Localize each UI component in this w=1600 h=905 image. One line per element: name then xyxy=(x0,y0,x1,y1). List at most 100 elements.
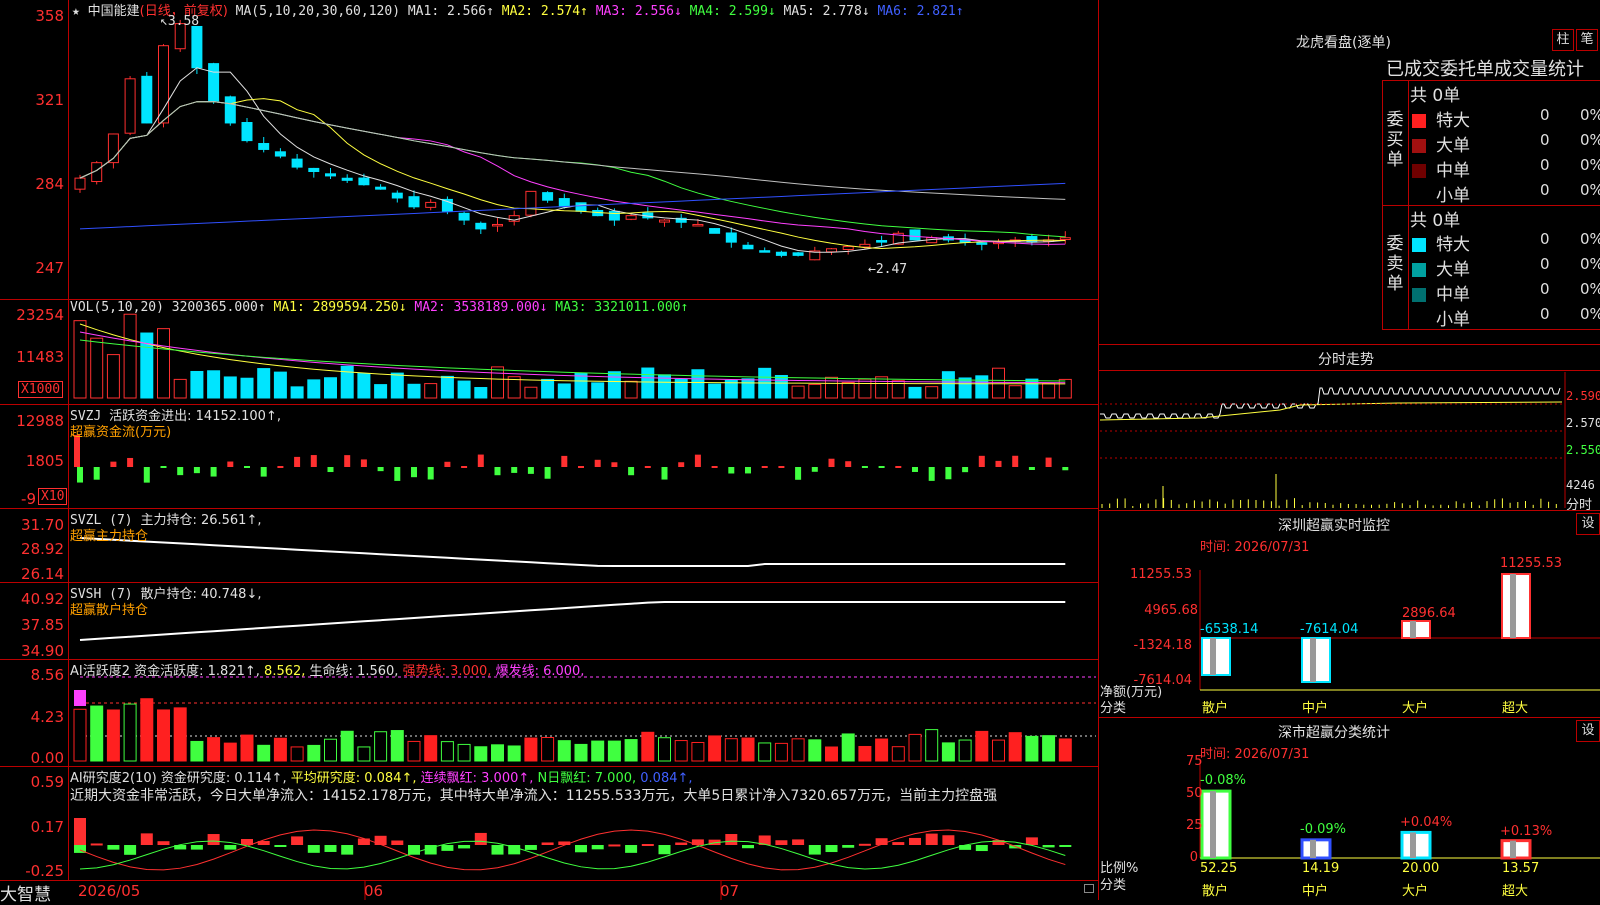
activity-bar xyxy=(90,705,104,762)
svzj-bar xyxy=(260,467,267,477)
activity-bar xyxy=(724,738,738,762)
chart-canvas[interactable] xyxy=(0,0,1600,900)
activity-bar xyxy=(1008,732,1022,762)
intraday-price-line xyxy=(1100,387,1561,419)
ma6-line xyxy=(79,182,1066,230)
svzj-bar xyxy=(344,455,351,467)
activity-bar xyxy=(791,738,805,762)
monitor-bar-shade xyxy=(1310,638,1316,682)
activity-bar xyxy=(524,737,538,762)
sell-total: 共 0单 xyxy=(1410,211,1461,231)
divider xyxy=(0,880,1098,881)
research-line-red xyxy=(79,829,1066,871)
vol-ma1: MA1: 2899594.250↓ xyxy=(273,300,407,315)
svzj-bar xyxy=(895,466,902,468)
volume-bar xyxy=(691,369,705,399)
monitor-settings-button[interactable]: 设 xyxy=(1576,513,1600,535)
swatch-icon xyxy=(1412,139,1426,153)
volume-bar xyxy=(607,371,621,399)
ma6-value: MA6: 2.821↑ xyxy=(877,4,964,19)
intraday-vol: 4246 xyxy=(1566,478,1595,492)
order-row-name: 大单 xyxy=(1436,136,1470,156)
volume-bar xyxy=(207,370,221,399)
activity-bar xyxy=(207,737,221,762)
lock-icon[interactable] xyxy=(1084,884,1094,893)
bar-button[interactable]: 柱 xyxy=(1552,29,1574,51)
monitor-category: 中户 xyxy=(1302,701,1329,716)
research-bar xyxy=(391,840,404,845)
ai2-comment: 近期大资金非常活跃，今日大单净流入：14152.178万元，其中特大单净流入：1… xyxy=(70,788,998,804)
svzj-bar xyxy=(310,455,317,467)
research-bar xyxy=(675,842,688,845)
svzl-label: 主力持仓: 26.561↑, xyxy=(140,513,262,528)
activity-bar xyxy=(741,737,755,762)
research-bar xyxy=(291,836,304,845)
activity-bar xyxy=(474,746,488,762)
order-row: 小单 0 0% xyxy=(1412,305,1600,330)
ai1-name: AI活跃度2 xyxy=(70,664,130,679)
research-bar xyxy=(591,845,604,850)
research-bar xyxy=(858,843,871,846)
class-title: 深市超赢分类统计 xyxy=(1278,725,1390,741)
divider xyxy=(1098,344,1600,345)
volume-bar xyxy=(90,337,104,399)
candle xyxy=(308,167,320,173)
research-bar xyxy=(575,845,587,853)
ma4-value: MA4: 2.599↓ xyxy=(689,4,776,19)
research-bar xyxy=(541,842,554,845)
volume-bar xyxy=(925,386,939,399)
svzj-bar xyxy=(210,467,217,477)
order-row-count: 0 xyxy=(1540,106,1550,124)
activity-bar xyxy=(858,745,872,762)
vol-value: 3200365.000↑ xyxy=(171,300,266,315)
order-row: 中单 0 0% xyxy=(1412,280,1600,305)
order-row-pct: 0% xyxy=(1580,280,1600,298)
activity-bar xyxy=(390,730,404,762)
research-bar xyxy=(1059,845,1072,847)
order-row-count: 0 xyxy=(1540,230,1550,248)
svzj-bar xyxy=(544,467,551,479)
candle xyxy=(341,177,353,181)
order-row-name: 小单 xyxy=(1436,310,1470,330)
swatch-icon xyxy=(1412,313,1426,327)
research-bar xyxy=(808,845,821,855)
activity-bar xyxy=(324,738,337,762)
y-tick: 0.17 xyxy=(30,818,64,836)
activity-bar xyxy=(774,742,788,762)
research-bar xyxy=(625,845,638,853)
svzj-bar xyxy=(193,467,200,474)
monitor-value: 11255.53 xyxy=(1500,556,1563,571)
monitor-bar-shade xyxy=(1510,574,1516,638)
svzj-bar xyxy=(377,467,384,472)
svzj-bar xyxy=(110,461,117,467)
star-icon[interactable]: ★ xyxy=(72,4,80,19)
vol-name: VOL(5,10,20) xyxy=(70,300,164,315)
activity-bar xyxy=(875,738,889,762)
y-tick: 11483 xyxy=(16,348,64,366)
order-row: 大单 0 0% xyxy=(1412,131,1600,156)
svzj-bar xyxy=(477,454,484,467)
vol-header: VOL(5,10,20) 3200365.000↑ MA1: 2899594.2… xyxy=(70,300,688,315)
monitor-category: 大户 xyxy=(1402,701,1429,716)
order-row-pct: 0% xyxy=(1580,230,1600,248)
volume-bar xyxy=(1008,385,1022,399)
activity-bar xyxy=(1058,738,1072,762)
svzj-bar xyxy=(277,466,284,468)
volume-bar xyxy=(958,377,972,399)
order-row-count: 0 xyxy=(1540,255,1550,273)
volume-bar xyxy=(390,372,404,399)
pen-button[interactable]: 笔 xyxy=(1576,29,1598,51)
class-settings-button[interactable]: 设 xyxy=(1576,720,1600,742)
volume-bar xyxy=(307,379,321,399)
order-row-count: 0 xyxy=(1540,131,1550,149)
axis-divider xyxy=(68,0,69,880)
volume-bar xyxy=(875,376,889,399)
activity-bar xyxy=(641,731,655,762)
y-tick: 0.00 xyxy=(30,749,64,767)
volume-bar xyxy=(157,328,170,399)
candle xyxy=(842,246,854,251)
class-value: 13.57 xyxy=(1502,861,1540,876)
svzj-bar xyxy=(227,461,234,467)
brand-logo[interactable]: 大智慧 xyxy=(0,880,51,905)
order-row-pct: 0% xyxy=(1580,181,1600,199)
